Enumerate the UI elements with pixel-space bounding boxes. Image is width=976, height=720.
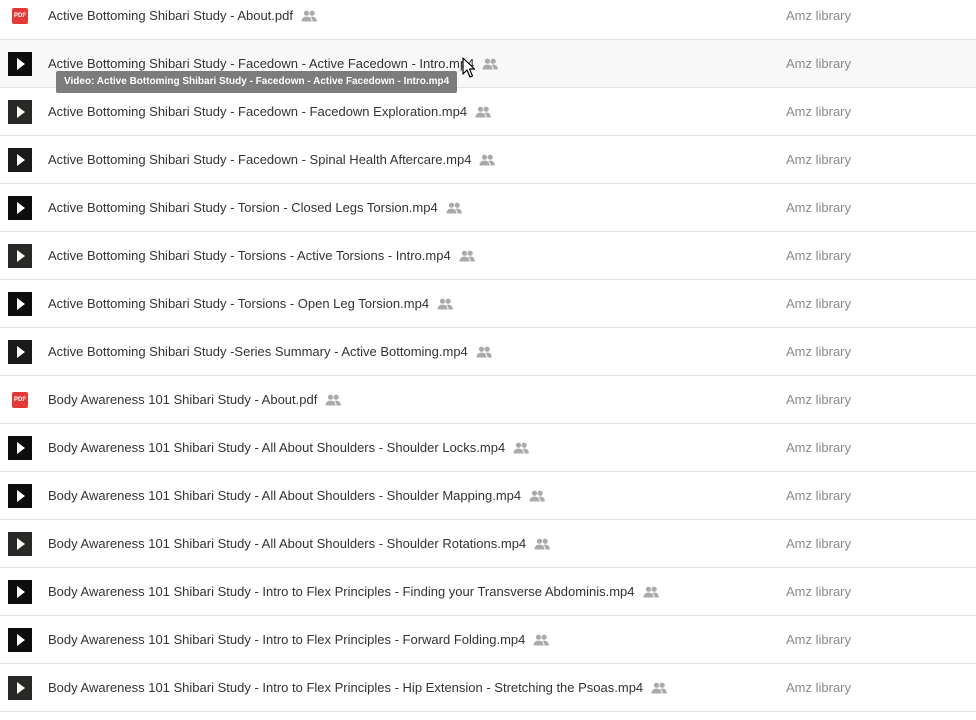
file-name-cell: Active Bottoming Shibari Study - Torsion… [48, 184, 462, 231]
file-name-cell: Active Bottoming Shibari Study -Series S… [48, 328, 492, 375]
file-row[interactable]: Active Bottoming Shibari Study -Series S… [0, 328, 976, 376]
file-name-cell: Body Awareness 101 Shibari Study - About… [48, 376, 342, 423]
file-row[interactable]: Body Awareness 101 Shibari Study - Intro… [0, 616, 976, 664]
pdf-badge-label: PDF [14, 13, 26, 19]
shared-people-icon [476, 346, 492, 358]
file-name[interactable]: Active Bottoming Shibari Study -Series S… [48, 344, 468, 359]
video-thumbnail-play-icon [8, 244, 32, 268]
file-name-cell: Body Awareness 101 Shibari Study - All A… [48, 472, 545, 519]
mouse-cursor-icon [462, 57, 476, 78]
file-list: PDF Active Bottoming Shibari Study - Abou… [0, 0, 976, 712]
owner-name: Amz library [786, 392, 852, 407]
file-row[interactable]: Body Awareness 101 Shibari Study - Intro… [0, 664, 976, 712]
shared-people-icon [482, 58, 499, 70]
owner-name: Amz library [786, 632, 852, 647]
video-thumbnail-play-icon [8, 580, 32, 604]
file-row[interactable]: PDF Body Awareness 101 Shibari Study - Ab… [0, 376, 976, 424]
owner-name: Amz library [786, 488, 852, 503]
shared-people-icon [529, 490, 545, 502]
video-thumbnail-play-icon [8, 484, 32, 508]
video-thumbnail-play-icon [8, 292, 32, 316]
file-name[interactable]: Active Bottoming Shibari Study - Facedow… [48, 56, 474, 71]
file-row[interactable]: PDF Active Bottoming Shibari Study - Abou… [0, 0, 976, 40]
file-name[interactable]: Body Awareness 101 Shibari Study - Intro… [48, 680, 643, 695]
file-name[interactable]: Active Bottoming Shibari Study - Torsion… [48, 200, 438, 215]
owner-name: Amz library [786, 536, 852, 551]
file-row[interactable]: Active Bottoming Shibari Study - Torsion… [0, 280, 976, 328]
file-name-cell: Active Bottoming Shibari Study - Facedow… [48, 136, 496, 183]
video-thumbnail-play-icon [8, 340, 32, 364]
pdf-badge-label: PDF [14, 397, 26, 403]
file-name[interactable]: Body Awareness 101 Shibari Study - All A… [48, 440, 505, 455]
file-name-cell: Body Awareness 101 Shibari Study - Intro… [48, 616, 550, 663]
owner-name: Amz library [786, 200, 852, 215]
video-thumbnail-play-icon [8, 676, 32, 700]
file-row[interactable]: Active Bottoming Shibari Study - Facedow… [0, 88, 976, 136]
file-name-cell: Body Awareness 101 Shibari Study - Intro… [48, 568, 659, 615]
owner-name: Amz library [786, 440, 852, 455]
file-name-cell: Body Awareness 101 Shibari Study - Intro… [48, 664, 667, 711]
owner-name: Amz library [786, 680, 852, 695]
shared-people-icon [475, 106, 491, 118]
file-name[interactable]: Active Bottoming Shibari Study - Facedow… [48, 152, 471, 167]
shared-people-icon [446, 202, 462, 214]
shared-people-icon [301, 10, 317, 22]
file-name[interactable]: Body Awareness 101 Shibari Study - Intro… [48, 584, 635, 599]
file-name[interactable]: Body Awareness 101 Shibari Study - Intro… [48, 632, 525, 647]
shared-people-icon [651, 682, 667, 694]
shared-people-icon [643, 586, 659, 598]
file-name[interactable]: Active Bottoming Shibari Study - Torsion… [48, 248, 451, 263]
file-name[interactable]: Body Awareness 101 Shibari Study - All A… [48, 536, 526, 551]
shared-people-icon [533, 634, 550, 646]
shared-people-icon [513, 442, 530, 454]
file-name[interactable]: Active Bottoming Shibari Study - Facedow… [48, 104, 467, 119]
file-name[interactable]: Active Bottoming Shibari Study - Torsion… [48, 296, 429, 311]
file-row[interactable]: Body Awareness 101 Shibari Study - All A… [0, 424, 976, 472]
owner-name: Amz library [786, 152, 852, 167]
filename-tooltip: Video: Active Bottoming Shibari Study - … [56, 71, 458, 93]
owner-name: Amz library [786, 344, 852, 359]
owner-name: Amz library [786, 8, 852, 23]
file-name[interactable]: Active Bottoming Shibari Study - About.p… [48, 8, 293, 23]
video-thumbnail-play-icon [8, 196, 32, 220]
file-name-cell: Active Bottoming Shibari Study - About.p… [48, 0, 317, 39]
shared-people-icon [459, 250, 475, 262]
video-thumbnail-play-icon [8, 100, 32, 124]
file-name[interactable]: Body Awareness 101 Shibari Study - All A… [48, 488, 521, 503]
file-row[interactable]: Body Awareness 101 Shibari Study - All A… [0, 472, 976, 520]
file-row[interactable]: Body Awareness 101 Shibari Study - Intro… [0, 568, 976, 616]
file-name-cell: Active Bottoming Shibari Study - Facedow… [48, 88, 491, 135]
file-name-cell: Body Awareness 101 Shibari Study - All A… [48, 424, 530, 471]
video-thumbnail-play-icon [8, 628, 32, 652]
file-row[interactable]: Active Bottoming Shibari Study - Facedow… [0, 136, 976, 184]
video-thumbnail-play-icon [8, 532, 32, 556]
file-row[interactable]: Active Bottoming Shibari Study - Torsion… [0, 184, 976, 232]
file-name[interactable]: Body Awareness 101 Shibari Study - About… [48, 392, 317, 407]
file-row[interactable]: Active Bottoming Shibari Study - Torsion… [0, 232, 976, 280]
owner-name: Amz library [786, 584, 852, 599]
pdf-file-icon: PDF [12, 8, 28, 24]
video-thumbnail-play-icon [8, 436, 32, 460]
file-name-cell: Active Bottoming Shibari Study - Torsion… [48, 280, 453, 327]
shared-people-icon [437, 298, 453, 310]
shared-people-icon [325, 394, 342, 406]
shared-people-icon [534, 538, 550, 550]
file-name-cell: Active Bottoming Shibari Study - Torsion… [48, 232, 475, 279]
owner-name: Amz library [786, 296, 852, 311]
owner-name: Amz library [786, 248, 852, 263]
video-thumbnail-play-icon [8, 148, 32, 172]
video-thumbnail-play-icon [8, 52, 32, 76]
file-row[interactable]: Body Awareness 101 Shibari Study - All A… [0, 520, 976, 568]
owner-name: Amz library [786, 104, 852, 119]
file-name-cell: Body Awareness 101 Shibari Study - All A… [48, 520, 550, 567]
shared-people-icon [479, 154, 496, 166]
owner-name: Amz library [786, 56, 852, 71]
pdf-file-icon: PDF [12, 392, 28, 408]
